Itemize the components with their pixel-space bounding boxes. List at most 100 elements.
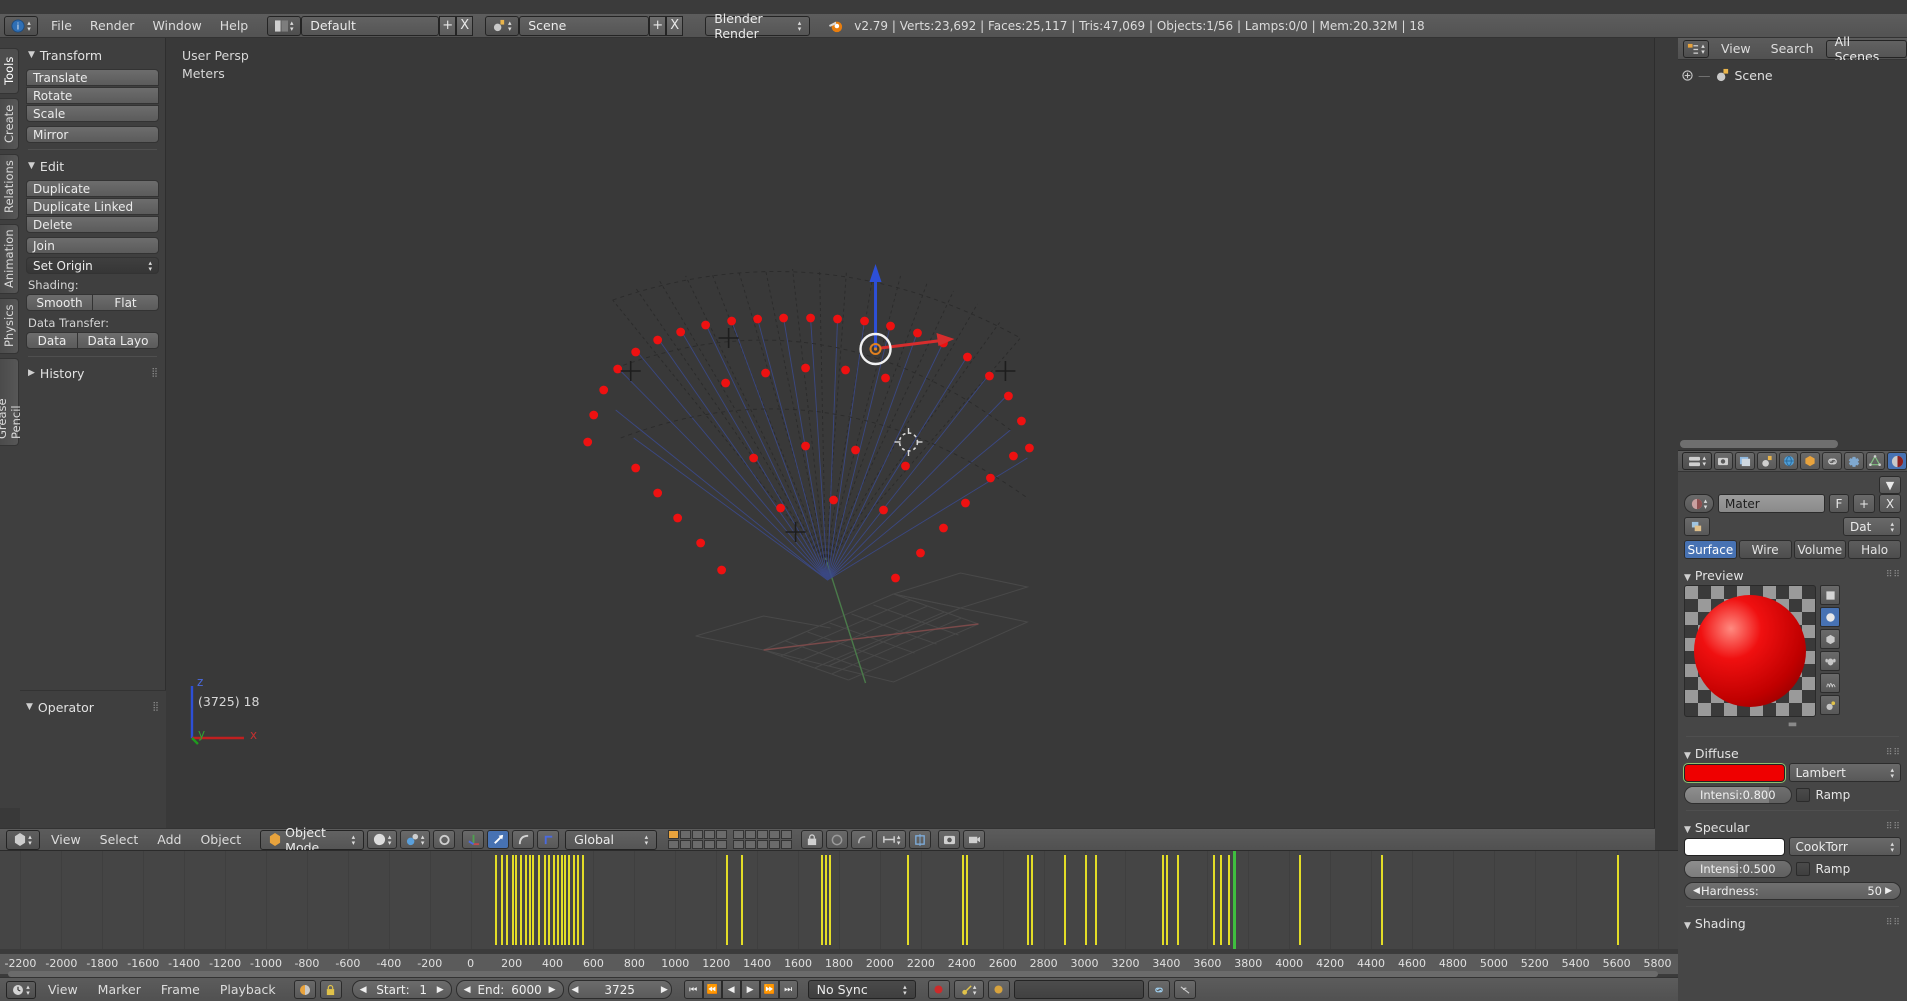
menu-help[interactable]: Help [211, 15, 258, 37]
duplicate-button[interactable]: Duplicate [26, 180, 159, 197]
outliner-horizontal-scrollbar[interactable] [1678, 438, 1907, 450]
add-screen-layout-button[interactable]: + [439, 15, 457, 36]
material-tab-icon[interactable] [1887, 452, 1907, 470]
diffuse-section-header[interactable]: ▼ Diffuse ⠿⠿ [1684, 743, 1901, 763]
timeline-keyframe[interactable] [528, 855, 531, 945]
timeline-keyframe[interactable] [524, 855, 527, 945]
timeline-keyframe[interactable] [514, 855, 517, 945]
timeline-keyframe[interactable] [1084, 855, 1087, 945]
timeline-keyframe[interactable] [532, 855, 535, 945]
properties-editor-icon[interactable]: ▴ ▾ [1682, 452, 1712, 470]
keying-set-field[interactable] [1013, 980, 1144, 999]
viewport-menu-select[interactable]: Select [92, 832, 147, 847]
timeline-keyframe[interactable] [538, 855, 541, 945]
tab-physics[interactable]: Physics [0, 298, 19, 354]
set-origin-dropdown[interactable]: Set Origin ▴ ▾ [26, 257, 159, 274]
fake-user-button[interactable]: F [1829, 494, 1849, 513]
tab-tools[interactable]: Tools [0, 48, 19, 94]
outliner-tree[interactable]: — Scene [1678, 60, 1907, 428]
keying-set-icon[interactable]: ▴ ▾ [953, 980, 984, 999]
scene-layers-grid[interactable] [668, 830, 793, 849]
timeline-keyframe[interactable] [495, 855, 498, 945]
monkey-preview-icon[interactable] [1820, 651, 1840, 671]
pivot-point-selector[interactable]: ▴ ▾ [400, 830, 431, 849]
material-name-field[interactable]: Mater [1718, 494, 1825, 513]
timeline-keyframe[interactable] [1162, 855, 1165, 945]
3d-viewport-canvas[interactable]: User Persp Meters (3725) 18 z x y [166, 38, 1654, 808]
hair-preview-icon[interactable] [1820, 673, 1840, 693]
timeline-keyframe[interactable] [1031, 855, 1034, 945]
lock-time-icon[interactable] [319, 980, 342, 999]
timeline-keyframe[interactable] [726, 855, 729, 945]
translate-button[interactable]: Translate [26, 69, 159, 86]
timeline-keyframe[interactable] [511, 855, 514, 945]
copy-material-icon[interactable] [1684, 517, 1710, 536]
outliner-display-mode[interactable]: All Scenes [1825, 34, 1907, 64]
constraints-tab-icon[interactable] [1822, 452, 1842, 470]
diffuse-ramp-checkbox[interactable] [1795, 788, 1810, 802]
timeline-menu-frame[interactable]: Frame [153, 982, 208, 997]
diffuse-intensity-slider[interactable]: Intensi:0.800 [1684, 786, 1792, 804]
jump-to-start-icon[interactable]: ⏮ [683, 980, 703, 999]
tab-halo[interactable]: Halo [1848, 540, 1901, 559]
tab-volume[interactable]: Volume [1793, 540, 1847, 559]
timeline-keyframe[interactable] [582, 855, 585, 945]
editor-type-selector-info[interactable]: i ▴ ▾ [4, 15, 38, 36]
tab-relations[interactable]: Relations [0, 154, 19, 220]
new-material-button[interactable]: + [1853, 494, 1875, 513]
end-frame-field[interactable]: ◀ End: 6000 ▶ [455, 980, 564, 999]
timeline-keyframe[interactable] [740, 855, 743, 945]
data-tab-icon[interactable] [1865, 452, 1886, 470]
menu-file[interactable]: File [42, 15, 81, 37]
timeline-keyframe[interactable] [1176, 855, 1179, 945]
timeline-keyframe[interactable] [1166, 855, 1169, 945]
delete-button[interactable]: Delete [26, 216, 159, 233]
specular-section-header[interactable]: ▼ Specular ⠿⠿ [1684, 817, 1901, 837]
timeline-menu-view[interactable]: View [40, 982, 86, 997]
snap-magnet-icon[interactable] [433, 830, 456, 849]
shade-smooth-button[interactable]: Smooth [26, 294, 93, 311]
timeline-keyframe[interactable] [519, 855, 522, 945]
scale-manipulator-icon[interactable] [512, 830, 535, 849]
timeline-keyframe[interactable] [1219, 855, 1222, 945]
preview-section-header[interactable]: ▼ Preview ⠿⠿ [1684, 565, 1901, 585]
scale-button[interactable]: Scale [26, 105, 159, 122]
timeline-keyframe[interactable] [1094, 855, 1097, 945]
delete-screen-layout-button[interactable]: X [456, 15, 474, 36]
diffuse-shader-selector[interactable]: Lambert ▴ ▾ [1788, 763, 1901, 782]
play-icon[interactable]: ▶ [740, 980, 760, 999]
modifiers-tab-icon[interactable] [1843, 452, 1864, 470]
specular-color-swatch[interactable] [1684, 837, 1785, 856]
tab-wire[interactable]: Wire [1738, 540, 1792, 559]
history-panel-header[interactable]: ▶ History ⣿ [28, 363, 159, 383]
delete-scene-button[interactable]: X [666, 15, 684, 36]
timeline-keyframe[interactable] [1213, 855, 1216, 945]
timeline-keyframe[interactable] [1381, 855, 1384, 945]
viewport-menu-view[interactable]: View [43, 832, 89, 847]
specular-hardness-slider[interactable]: ◀ Hardness: 50 ▶ [1684, 882, 1901, 900]
timeline-keyframe[interactable] [501, 855, 504, 945]
timeline-keyframe[interactable] [824, 855, 827, 945]
unlink-material-button[interactable]: X [1879, 494, 1901, 513]
screen-layout-icon[interactable]: ▴ ▾ [267, 15, 302, 36]
start-frame-field[interactable]: ◀ Start: 1 ▶ [351, 980, 452, 999]
timeline-keyframe[interactable] [548, 855, 551, 945]
transform-panel-header[interactable]: ▼ Transform [28, 45, 159, 65]
shading-section-header[interactable]: ▼ Shading ⠿⠿ [1684, 913, 1901, 933]
screen-layout-name[interactable]: Default [301, 15, 440, 36]
add-scene-button[interactable]: + [649, 15, 667, 36]
scene-icon[interactable]: ▴ ▾ [485, 15, 520, 36]
flat-preview-icon[interactable] [1820, 585, 1840, 605]
render-tab-icon[interactable] [1713, 452, 1734, 470]
operator-panel-header[interactable]: ▼ Operator ⣿ [26, 697, 160, 717]
timeline-keyframe[interactable] [828, 855, 831, 945]
preview-resize-grip[interactable]: ▬ [1684, 719, 1901, 730]
sphere-preview-icon[interactable] [1820, 607, 1840, 627]
snap-target-icon[interactable] [909, 830, 932, 849]
material-context-menu-icon[interactable]: ▼ [1879, 476, 1901, 494]
timeline-keyframe[interactable] [567, 855, 570, 945]
sync-mode-selector[interactable]: No Sync ▴ ▾ [807, 980, 916, 999]
timeline-keyframe[interactable] [965, 855, 968, 945]
scene-name-field[interactable]: Scene [519, 15, 650, 36]
render-layers-tab-icon[interactable] [1735, 452, 1755, 470]
